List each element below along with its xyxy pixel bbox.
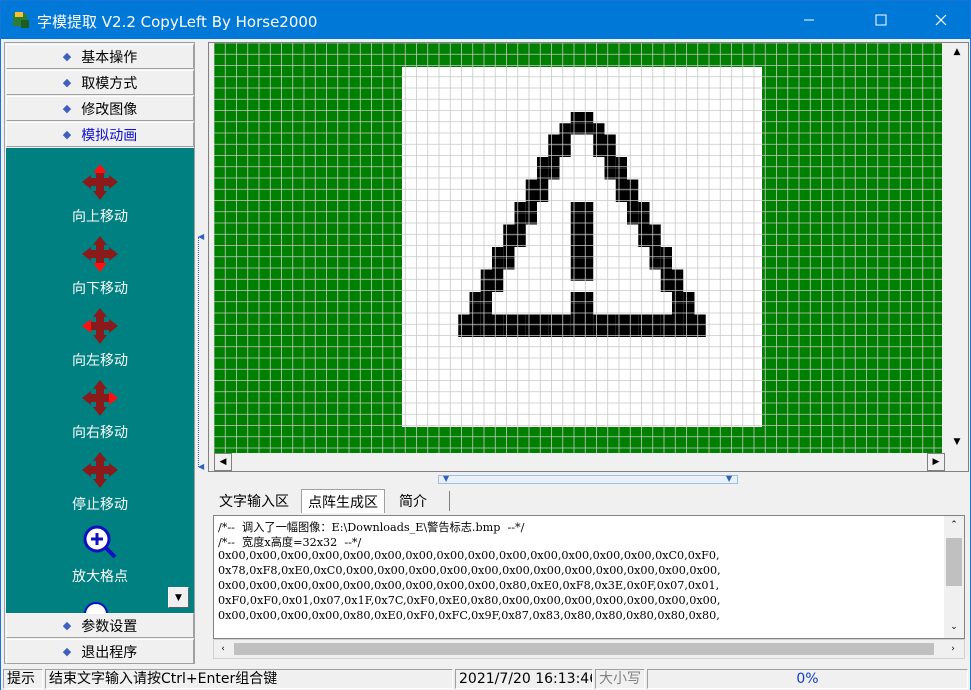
close-icon	[935, 14, 947, 26]
nav-edit-image[interactable]: ◆ 修改图像	[6, 96, 194, 121]
nav-label: 修改图像	[81, 101, 138, 118]
nav-label: 参数设置	[81, 618, 138, 635]
scroll-right-icon[interactable]: ▶	[927, 453, 945, 471]
nav-basic-operations[interactable]: ◆ 基本操作	[6, 44, 194, 69]
minimize-icon	[804, 19, 814, 21]
animation-tool-pane: 向上移动 向下移动 向左移动 向右移动 停止移动 放大格点 ▼	[6, 148, 194, 613]
output-line: 0x00,0x00,0x00,0x00,0x00,0x00,0x00,0x00,…	[218, 579, 720, 592]
scroll-left-icon[interactable]: ‹	[214, 640, 232, 658]
vertical-splitter[interactable]: ◀ ◀	[197, 42, 207, 664]
matrix-output-textarea[interactable]: /*-- 调入了一幅图像：E:\Downloads_E\警告标志.bmp --*…	[213, 515, 965, 639]
collapse-left-icon[interactable]: ◀	[198, 232, 204, 241]
nav-label: 退出程序	[81, 644, 138, 661]
nav-settings[interactable]: ◆ 参数设置	[6, 613, 194, 638]
sidebar: ◆ 基本操作 ◆ 取模方式 ◆ 修改图像 ◆ 模拟动画 向上移动 向下移动 向左…	[4, 42, 195, 664]
tool-move-down[interactable]: 向下移动	[6, 234, 194, 298]
nav-label: 模拟动画	[81, 127, 138, 144]
output-vertical-scrollbar[interactable]: ⌃ ⌄	[944, 516, 964, 638]
scroll-thumb[interactable]	[946, 538, 962, 586]
scroll-left-icon[interactable]: ◀	[214, 453, 232, 471]
tool-label: 向左移动	[72, 353, 128, 369]
scroll-right-icon[interactable]: ›	[944, 640, 962, 658]
zoom-out-icon[interactable]	[84, 602, 108, 613]
canvas-horizontal-scrollbar[interactable]: ◀ ▶	[214, 453, 947, 471]
scroll-up-icon[interactable]: ⌃	[944, 516, 964, 534]
diamond-icon: ◆	[62, 76, 72, 89]
window-title: 字模提取 V2.2 CopyLeft By Horse2000	[37, 13, 318, 31]
dot-matrix-svg[interactable]	[214, 43, 942, 453]
scroll-down-icon[interactable]: ⌄	[944, 618, 964, 636]
status-bar: 提示 结束文字输入请按Ctrl+Enter组合键 2021/7/20 16:13…	[1, 668, 970, 690]
diamond-icon: ◆	[62, 619, 72, 632]
tab-matrix-output[interactable]: 点阵生成区	[301, 489, 385, 513]
move-down-icon	[82, 236, 118, 272]
tab-divider	[449, 491, 450, 511]
nav-exit[interactable]: ◆ 退出程序	[6, 639, 194, 664]
minimize-button[interactable]	[786, 1, 832, 39]
status-datetime: 2021/7/20 16:13:46	[455, 669, 593, 689]
output-line: 0x00,0x00,0x00,0x00,0x80,0xE0,0xF0,0xFC,…	[218, 609, 720, 622]
splitter-grip[interactable]	[438, 475, 738, 484]
close-button[interactable]	[918, 1, 964, 39]
output-line: 0x78,0xF8,0xE0,0xC0,0x00,0x00,0x00,0x00,…	[218, 564, 721, 577]
tool-move-right[interactable]: 向右移动	[6, 378, 194, 442]
status-hint-text: 结束文字输入请按Ctrl+Enter组合键	[45, 669, 453, 689]
scroll-down-icon[interactable]: ▼	[947, 433, 967, 451]
collapse-left-icon-bottom[interactable]: ◀	[198, 462, 204, 471]
tool-move-left[interactable]: 向左移动	[6, 306, 194, 370]
stop-move-icon	[82, 452, 118, 488]
nav-simulate-animation[interactable]: ◆ 模拟动画	[6, 122, 194, 147]
bottom-tabs: 文字输入区 点阵生成区 简介	[213, 489, 513, 513]
tool-label: 向上移动	[72, 209, 128, 225]
nav-label: 基本操作	[81, 49, 138, 66]
output-line: 0x00,0x00,0x00,0x00,0x00,0x00,0x00,0x00,…	[218, 549, 720, 562]
tool-move-up[interactable]: 向上移动	[6, 162, 194, 226]
title-bar: 字模提取 V2.2 CopyLeft By Horse2000	[1, 1, 970, 39]
collapse-down-icon-right[interactable]: ▼	[726, 474, 732, 483]
diamond-icon: ◆	[62, 50, 72, 63]
move-up-icon	[82, 164, 118, 200]
nav-sampling-mode[interactable]: ◆ 取模方式	[6, 70, 194, 95]
maximize-button[interactable]	[858, 1, 904, 39]
collapse-down-icon[interactable]: ▼	[443, 474, 449, 483]
tab-text-input[interactable]: 文字输入区	[213, 489, 295, 513]
output-line: /*-- 宽度x高度=32x32 --*/	[218, 536, 362, 549]
app-window: 字模提取 V2.2 CopyLeft By Horse2000 ◆ 基本操作 ◆…	[0, 0, 971, 690]
output-line: 0xF0,0xF0,0x01,0x07,0x1F,0x7C,0xF0,0xE0,…	[218, 594, 721, 607]
scroll-up-icon[interactable]: ▲	[947, 43, 967, 61]
tool-stop-move[interactable]: 停止移动	[6, 450, 194, 514]
output-horizontal-scrollbar[interactable]: ‹ ›	[213, 639, 965, 659]
tool-label: 向下移动	[72, 281, 128, 297]
maximize-icon	[875, 14, 887, 26]
triangle-down-icon: ▼	[175, 592, 182, 603]
tool-label: 停止移动	[72, 497, 128, 513]
diamond-icon: ◆	[62, 645, 72, 658]
scroll-thumb[interactable]	[234, 643, 934, 655]
app-horse-icon	[13, 12, 29, 28]
status-progress: 0%	[647, 669, 968, 689]
diamond-icon: ◆	[62, 102, 72, 115]
horizontal-splitter[interactable]: ▼ ▼	[208, 474, 969, 487]
move-right-icon	[82, 380, 118, 416]
dot-matrix-grid[interactable]	[214, 43, 942, 453]
diamond-icon: ◆	[62, 128, 72, 141]
status-caps: 大小写	[595, 669, 645, 689]
status-hint-label: 提示	[3, 669, 43, 689]
tool-label: 向右移动	[72, 425, 128, 441]
tool-zoom-in[interactable]: 放大格点	[6, 524, 194, 586]
zoom-in-icon	[83, 525, 117, 559]
move-left-icon	[82, 308, 118, 344]
canvas-vertical-scrollbar[interactable]: ▲ ▼	[947, 43, 967, 453]
tab-about[interactable]: 简介	[393, 489, 433, 513]
tool-pane-scroll-down-button[interactable]: ▼	[168, 587, 189, 608]
tool-label: 放大格点	[72, 569, 128, 585]
output-line: /*-- 调入了一幅图像：E:\Downloads_E\警告标志.bmp --*…	[218, 521, 525, 534]
dot-matrix-canvas-frame: ▲ ▼ ◀ ▶	[208, 42, 969, 472]
splitter-grip	[198, 237, 204, 467]
nav-label: 取模方式	[81, 75, 138, 92]
